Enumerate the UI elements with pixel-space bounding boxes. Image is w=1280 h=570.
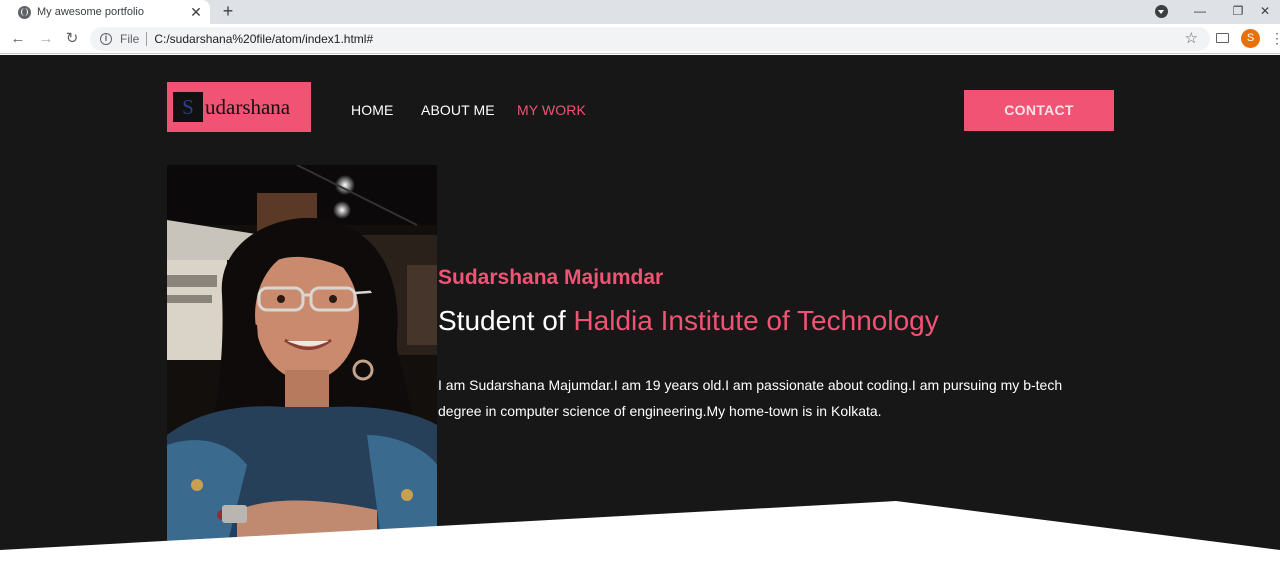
avatar[interactable]: S: [1241, 29, 1260, 48]
globe-icon: [18, 5, 31, 19]
hero-subtitle: Student of Haldia Institute of Technolog…: [438, 305, 939, 337]
new-tab-button[interactable]: +: [218, 0, 238, 24]
back-arrow-icon[interactable]: ←: [8, 29, 28, 49]
tab-search-icon[interactable]: [1155, 5, 1168, 18]
tab-title: My awesome portfolio: [37, 6, 144, 18]
scheme-label: File: [120, 32, 140, 46]
url-text[interactable]: C:/sudarshana%20file/atom/index1.html#: [154, 32, 373, 46]
tab-strip: My awesome portfolio ✕ + — ❐ ✕: [0, 0, 1280, 24]
contact-button[interactable]: CONTACT: [964, 90, 1114, 131]
divider: [146, 32, 148, 46]
portfolio-page: S udarshana HOME ABOUT ME MY WORK CONTAC…: [0, 55, 1280, 570]
menu-dots-icon[interactable]: ⋮: [1270, 29, 1280, 48]
hero-name: Sudarshana Majumdar: [438, 266, 664, 289]
site-logo[interactable]: S udarshana: [167, 82, 311, 132]
nav-home[interactable]: HOME: [351, 102, 393, 118]
logo-letter: S: [173, 92, 203, 122]
reload-icon[interactable]: ↻: [62, 29, 82, 49]
minimize-icon[interactable]: —: [1180, 0, 1220, 24]
hero-subtitle-prefix: Student of: [438, 305, 574, 336]
close-icon[interactable]: ✕: [1250, 0, 1280, 24]
forward-arrow-icon[interactable]: →: [36, 29, 56, 49]
profile-photo: [167, 165, 437, 545]
info-icon[interactable]: i: [100, 33, 112, 45]
nav-my-work[interactable]: MY WORK: [517, 102, 586, 118]
hero-bio: I am Sudarshana Majumdar.I am 19 years o…: [438, 377, 1063, 419]
nav-about-me[interactable]: ABOUT ME: [421, 102, 495, 118]
star-icon[interactable]: ☆: [1185, 29, 1198, 47]
cast-icon[interactable]: [1216, 33, 1229, 43]
logo-text: udarshana: [205, 94, 291, 119]
browser-tab[interactable]: My awesome portfolio ✕: [0, 0, 210, 24]
tab-close-icon[interactable]: ✕: [186, 5, 206, 19]
browser-toolbar: ← → ↻ i File C:/sudarshana%20file/atom/i…: [0, 24, 1280, 54]
address-bar[interactable]: i File C:/sudarshana%20file/atom/index1.…: [90, 27, 1210, 51]
hero-subtitle-highlight: Haldia Institute of Technology: [573, 305, 939, 336]
